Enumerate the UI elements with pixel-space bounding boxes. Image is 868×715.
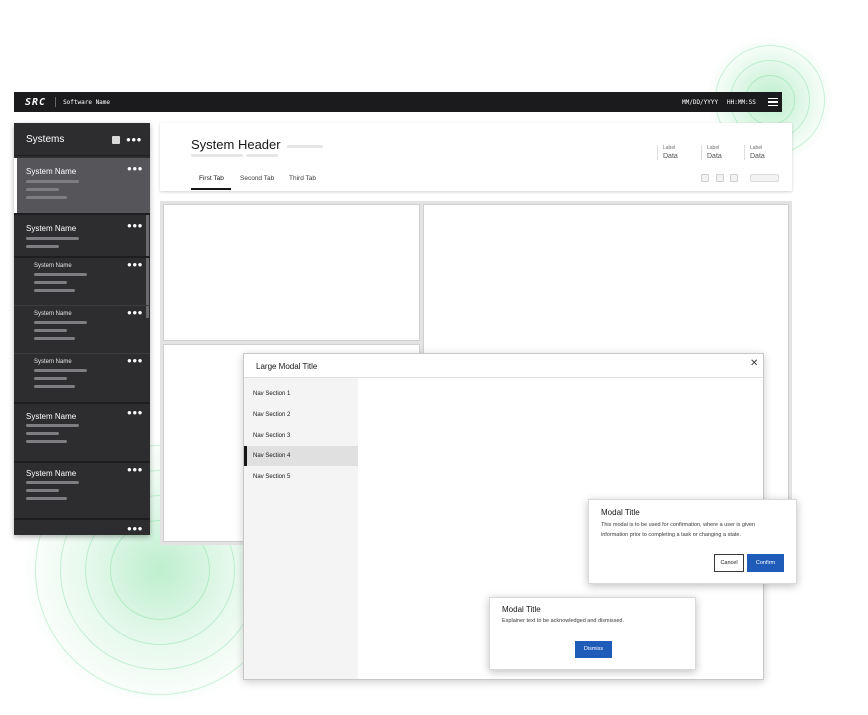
sidebar-item-system[interactable]: System Name ●●●	[14, 463, 150, 520]
placeholder-line	[34, 273, 87, 276]
sidebar-item-label: System Name	[34, 311, 72, 317]
placeholder-line	[34, 385, 75, 388]
nav-section-3[interactable]: Nav Section 3	[244, 426, 358, 446]
sidebar-item-system[interactable]: ●●●	[14, 522, 150, 535]
modal-nav: Nav Section 1 Nav Section 2 Nav Section …	[244, 378, 358, 679]
active-tab-indicator	[191, 188, 231, 190]
dismiss-button[interactable]: Dismiss	[575, 641, 612, 658]
close-icon[interactable]: ✕	[750, 359, 758, 369]
nav-section-label: Nav Section 4	[253, 453, 291, 459]
placeholder-line	[26, 440, 67, 443]
placeholder-line	[26, 481, 79, 484]
date-display: MM/DD/YYYY	[682, 99, 719, 106]
overflow-menu-icon[interactable]: ●●●	[127, 409, 143, 417]
header-field: Label Data	[701, 145, 722, 160]
systems-sidebar: Systems ●●● System Name ●●● System Name …	[14, 123, 150, 535]
field-value: Data	[663, 153, 678, 160]
top-bar: SRC Software Name MM/DD/YYYY HH:MM:SS	[14, 92, 782, 112]
sidebar-header: Systems ●●●	[14, 123, 150, 156]
divider	[55, 97, 57, 107]
sidebar-item-label: System Name	[26, 224, 77, 233]
sidebar-subitem-system[interactable]: System Name ●●●	[14, 354, 150, 404]
overflow-menu-icon[interactable]: ●●●	[127, 222, 143, 230]
tab-first[interactable]: First Tab	[199, 175, 224, 182]
placeholder-line	[34, 377, 67, 380]
placeholder-line	[26, 180, 79, 183]
sidebar-item-label: System Name	[26, 412, 77, 421]
modal-body-text: Explainer text to be acknowledged and di…	[502, 618, 624, 624]
app-canvas: SRC Software Name MM/DD/YYYY HH:MM:SS Sy…	[0, 0, 868, 715]
overflow-menu-icon[interactable]: ●●●	[127, 466, 143, 474]
select-all-checkbox[interactable]	[112, 136, 120, 144]
tab-third[interactable]: Third Tab	[289, 175, 316, 182]
selected-indicator	[14, 158, 17, 213]
modal-body-text: This modal is to be used for confirmatio…	[601, 522, 756, 538]
sidebar-subitem-system[interactable]: System Name ●●●	[14, 306, 150, 354]
nav-section-1[interactable]: Nav Section 1	[244, 384, 358, 404]
sidebar-item-label: System Name	[34, 359, 72, 365]
nav-section-2[interactable]: Nav Section 2	[244, 405, 358, 425]
field-label: Label	[663, 145, 676, 151]
placeholder-line	[287, 145, 323, 148]
toolbar-icon-button[interactable]	[730, 174, 738, 182]
placeholder-line	[34, 289, 75, 292]
overflow-menu-icon[interactable]: ●●●	[126, 136, 142, 144]
src-logo[interactable]: SRC	[25, 97, 46, 108]
placeholder-line	[191, 154, 243, 157]
sidebar-item-system[interactable]: System Name ●●●	[14, 215, 150, 258]
acknowledge-modal: Modal Title Explainer text to be acknowl…	[489, 597, 696, 670]
sidebar-item-label: System Name	[26, 167, 77, 176]
sidebar-item-label: System Name	[26, 469, 77, 478]
active-nav-indicator	[244, 446, 247, 466]
overflow-menu-icon[interactable]: ●●●	[127, 525, 143, 533]
field-value: Data	[750, 153, 765, 160]
field-value: Data	[707, 153, 722, 160]
page-title: System Header	[191, 137, 281, 152]
placeholder-line	[26, 432, 59, 435]
toolbar-action-button[interactable]	[750, 174, 779, 182]
field-label: Label	[750, 145, 763, 151]
placeholder-line	[246, 154, 278, 157]
modal-title: Modal Title	[601, 508, 640, 517]
sidebar-title: Systems	[26, 133, 65, 145]
content-panel-top-left	[163, 204, 420, 341]
time-display: HH:MM:SS	[727, 99, 756, 106]
confirm-button[interactable]: Confirm	[747, 554, 784, 572]
sidebar-item-system[interactable]: System Name ●●●	[14, 158, 150, 215]
app-name: Software Name	[63, 98, 111, 106]
header-field: Label Data	[657, 145, 678, 160]
overflow-menu-icon[interactable]: ●●●	[127, 309, 143, 317]
placeholder-line	[34, 329, 67, 332]
nav-section-4[interactable]: Nav Section 4	[244, 446, 358, 466]
placeholder-line	[34, 369, 87, 372]
toolbar-icon-button[interactable]	[716, 174, 724, 182]
large-modal-title: Large Modal Title	[256, 362, 318, 371]
system-header-card: System Header Label Data Label Data Labe…	[160, 123, 792, 191]
field-label: Label	[707, 145, 720, 151]
overflow-menu-icon[interactable]: ●●●	[127, 261, 143, 269]
modal-title: Modal Title	[502, 605, 541, 614]
toolbar-icon-button[interactable]	[701, 174, 709, 182]
cancel-button[interactable]: Cancel	[714, 554, 744, 572]
placeholder-line	[34, 337, 75, 340]
placeholder-line	[26, 196, 67, 199]
nav-section-5[interactable]: Nav Section 5	[244, 467, 358, 487]
placeholder-line	[26, 424, 79, 427]
placeholder-line	[26, 245, 59, 248]
placeholder-line	[26, 489, 59, 492]
placeholder-line	[34, 281, 67, 284]
hamburger-menu-icon[interactable]	[768, 98, 778, 106]
overflow-menu-icon[interactable]: ●●●	[127, 165, 143, 173]
overflow-menu-icon[interactable]: ●●●	[127, 357, 143, 365]
placeholder-line	[26, 497, 67, 500]
confirmation-modal: Modal Title This modal is to be used for…	[588, 499, 797, 584]
sidebar-item-system[interactable]: System Name ●●●	[14, 406, 150, 463]
header-field: Label Data	[744, 145, 765, 160]
tab-second[interactable]: Second Tab	[240, 175, 274, 182]
placeholder-line	[26, 237, 79, 240]
placeholder-line	[26, 188, 59, 191]
sidebar-subitem-system[interactable]: System Name ●●●	[14, 258, 150, 306]
sidebar-item-label: System Name	[34, 263, 72, 269]
placeholder-line	[34, 321, 87, 324]
